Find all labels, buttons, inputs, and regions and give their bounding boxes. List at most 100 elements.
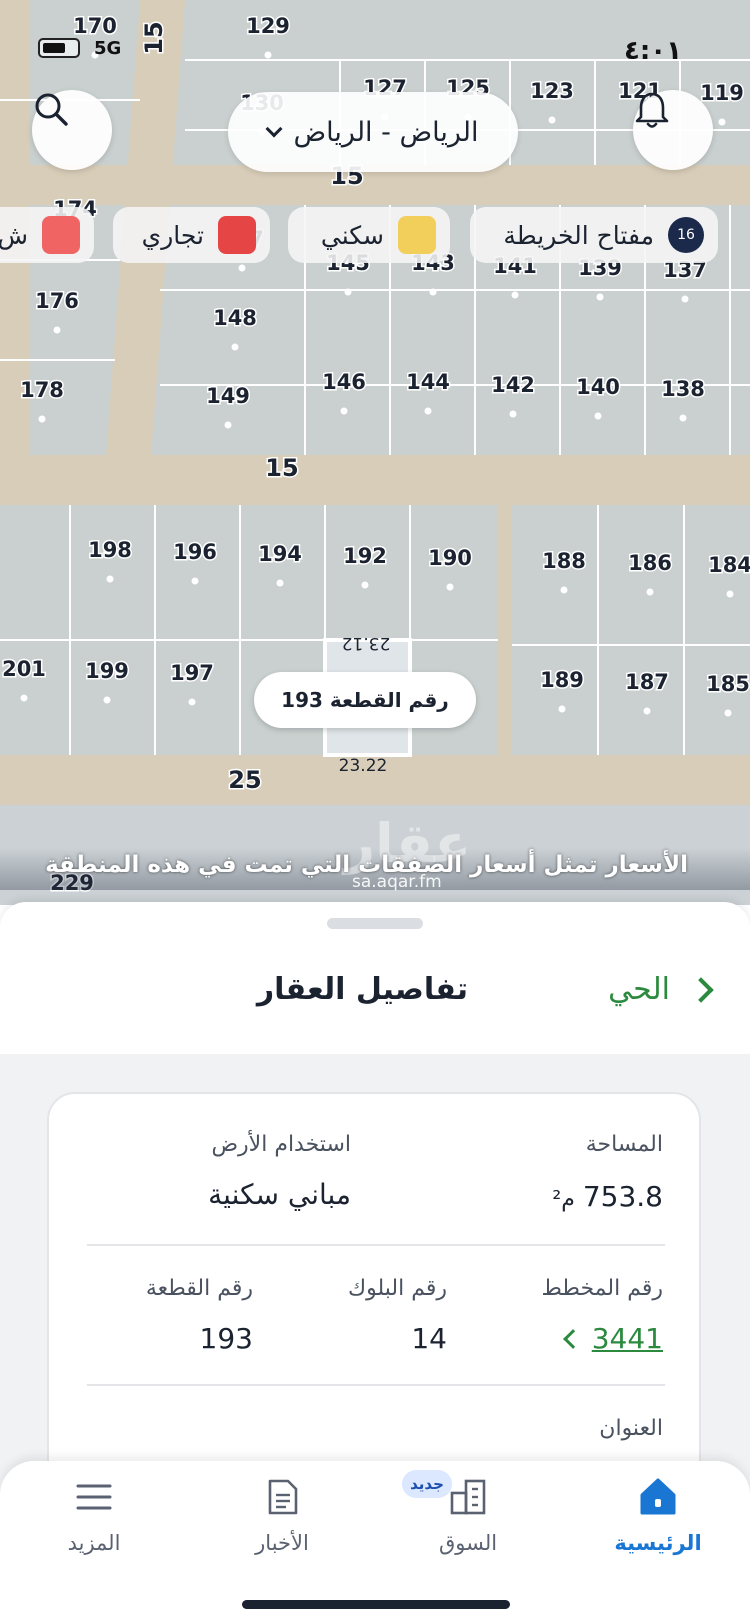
lot-center-dot <box>238 264 246 272</box>
area-value: 753.8 <box>582 1180 663 1213</box>
lot-center-dot <box>276 579 284 587</box>
sheet-title: تفاصيل العقار <box>256 972 468 1007</box>
network-indicator: 5G <box>94 38 122 59</box>
lot-number-label[interactable]: 178 <box>19 377 66 404</box>
area-value-row: م² 753.8 <box>552 1180 663 1213</box>
address-label: العنوان <box>599 1416 663 1441</box>
lot-number-label[interactable]: 197 <box>169 660 216 687</box>
plot-number-label: رقم القطعة <box>145 1276 253 1301</box>
tab-home[interactable]: الرئيسية <box>578 1477 738 1577</box>
lot-number-label[interactable]: 199 <box>84 658 131 685</box>
divider <box>87 1384 665 1386</box>
lot-center-dot <box>643 707 651 715</box>
lot-center-dot <box>726 590 734 598</box>
lot-number-label[interactable]: 201 <box>1 656 48 683</box>
lot-center-dot <box>191 577 199 585</box>
lot-number-label[interactable]: 148 <box>212 305 259 332</box>
tab-news[interactable]: الأخبار <box>202 1477 362 1577</box>
lot-center-dot <box>560 586 568 594</box>
menu-icon <box>76 1484 112 1510</box>
chevron-right-icon <box>688 976 714 1003</box>
lot-center-dot <box>424 407 432 415</box>
plot-map[interactable]: 23.12 23.22 1701291301271251231211191741… <box>0 0 750 905</box>
neighborhood-back-link[interactable]: الحي <box>608 972 714 1007</box>
street-number-label: 25 <box>228 766 261 794</box>
lot-number-label[interactable]: 188 <box>541 548 588 575</box>
property-details-card: المساحة م² 753.8 استخدام الأرض مباني سكن… <box>47 1092 701 1522</box>
lot-center-dot <box>511 291 519 299</box>
tab-home-label: الرئيسية <box>614 1531 702 1555</box>
lot-number-label[interactable]: 194 <box>257 541 304 568</box>
lot-number-label[interactable]: 142 <box>490 372 537 399</box>
lot-number-label[interactable]: 149 <box>205 383 252 410</box>
city-label: الرياض - الرياض <box>293 116 479 148</box>
status-time: ٤:٠١ <box>624 36 683 66</box>
lot-number-label[interactable]: 129 <box>245 13 292 40</box>
plot-dimension-top: 23.12 <box>342 633 391 653</box>
tab-market-label: السوق <box>438 1531 498 1555</box>
lot-center-dot <box>53 326 61 334</box>
plan-number-link[interactable]: 3441 <box>562 1322 663 1355</box>
lot-center-dot <box>224 421 232 429</box>
lot-number-label[interactable]: 189 <box>539 667 586 694</box>
search-icon <box>35 93 68 126</box>
lot-center-dot <box>446 583 454 591</box>
lot-center-dot <box>231 343 239 351</box>
legend-label: سكني <box>320 220 384 250</box>
search-button[interactable] <box>32 90 112 170</box>
tab-more[interactable]: المزيد <box>14 1477 174 1577</box>
lot-number-label[interactable]: 146 <box>321 369 368 396</box>
tab-more-label: المزيد <box>67 1531 121 1555</box>
legend-chip-commercial[interactable]: تجاري <box>113 207 270 263</box>
lot-number-label[interactable]: 196 <box>172 539 219 566</box>
lot-number-label[interactable]: 123 <box>529 78 576 105</box>
lot-center-dot <box>718 118 726 126</box>
lot-number-label[interactable]: 170 <box>72 13 119 40</box>
legend-swatch <box>42 216 80 254</box>
selected-plot-label[interactable]: رقم القطعة 193 <box>254 672 476 728</box>
battery-icon <box>38 38 80 58</box>
lot-center-dot <box>20 694 28 702</box>
lot-center-dot <box>340 407 348 415</box>
lot-center-dot <box>361 581 369 589</box>
land-use-label: استخدام الأرض <box>211 1132 351 1157</box>
lot-number-label[interactable]: 140 <box>575 374 622 401</box>
lot-center-dot <box>548 116 556 124</box>
bottom-tab-bar: الرئيسية السوق الأخبار المزيد <box>0 1461 750 1621</box>
lot-number-label[interactable]: 176 <box>34 288 81 315</box>
lot-number-label[interactable]: 138 <box>660 376 707 403</box>
lot-center-dot <box>188 698 196 706</box>
neighborhood-label: الحي <box>608 972 670 1007</box>
plot-number-value: 193 <box>199 1322 253 1355</box>
lot-center-dot <box>38 415 46 423</box>
plan-number-value: 3441 <box>591 1322 663 1355</box>
lot-number-label[interactable]: 144 <box>405 369 452 396</box>
lot-number-label[interactable]: 184 <box>707 552 750 579</box>
lot-center-dot <box>596 293 604 301</box>
block-number-value: 14 <box>411 1322 447 1355</box>
plan-number-label: رقم المخطط <box>541 1276 663 1301</box>
chevron-left-icon <box>562 1328 583 1349</box>
home-icon <box>640 1478 676 1515</box>
lot-number-label[interactable]: 185 <box>705 671 750 698</box>
legend-chip-partial[interactable]: ش <box>0 207 94 263</box>
lot-number-label[interactable]: 119 <box>699 80 746 107</box>
street-number-label: 15 <box>265 454 298 482</box>
sheet-grabber[interactable] <box>327 918 423 929</box>
city-selector[interactable]: الرياض - الرياض <box>228 92 518 172</box>
lot-number-label[interactable]: 186 <box>627 550 674 577</box>
plot-dimension-bottom: 23.22 <box>339 756 388 776</box>
chevron-down-icon <box>265 120 283 138</box>
map-key-chip[interactable]: مفتاح الخريطة 16 <box>470 207 718 263</box>
notifications-button[interactable] <box>633 90 713 170</box>
lot-number-label[interactable]: 198 <box>87 537 134 564</box>
lot-number-label[interactable]: 192 <box>342 543 389 570</box>
lot-number-label[interactable]: 190 <box>427 545 474 572</box>
street <box>498 505 512 755</box>
lot-number-label[interactable]: 187 <box>624 669 671 696</box>
lot-center-dot <box>594 412 602 420</box>
lot-center-dot <box>646 588 654 596</box>
legend-chip-residential[interactable]: سكني <box>288 207 450 263</box>
new-badge: جديد <box>402 1470 452 1498</box>
lot-center-dot <box>106 575 114 583</box>
